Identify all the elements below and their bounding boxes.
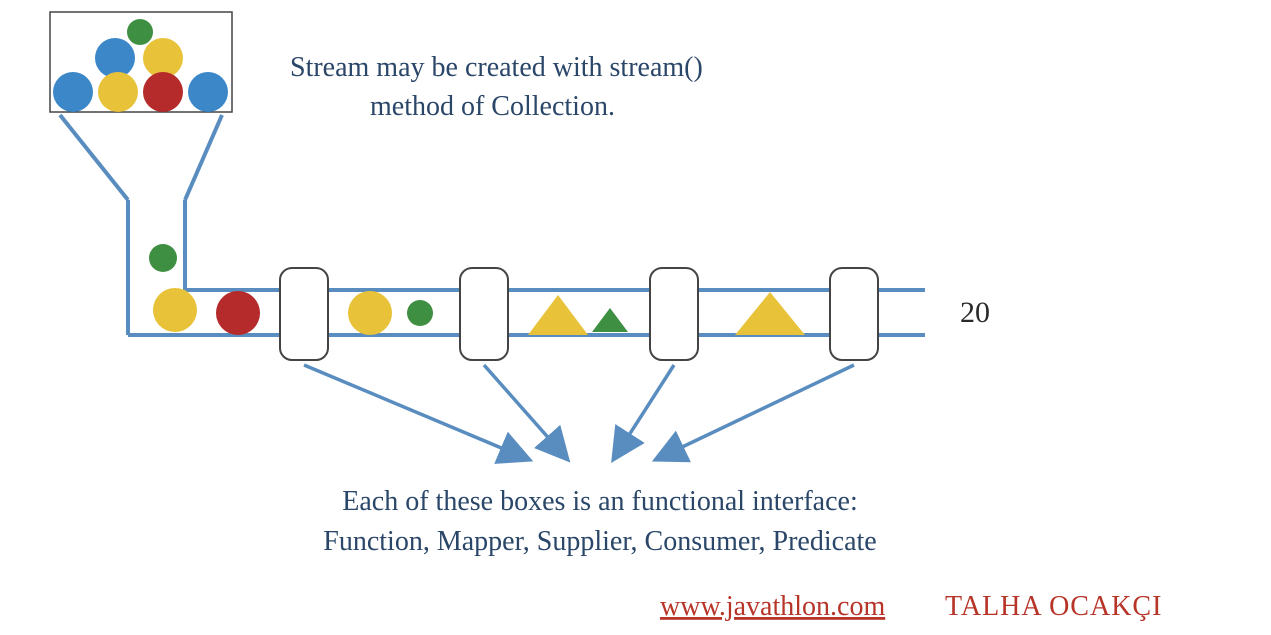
circle-yellow — [348, 291, 392, 335]
circle-yellow — [153, 288, 197, 332]
stage-box-4 — [830, 268, 878, 360]
triangle-yellow — [735, 292, 805, 335]
result-value: 20 — [960, 296, 990, 329]
circle-blue — [53, 72, 93, 112]
footer-link-text: www.javathlon.com — [660, 591, 885, 622]
collection-box — [50, 12, 232, 112]
arrow-3 — [613, 365, 674, 460]
arrow-4 — [655, 365, 854, 460]
triangle-green — [592, 308, 628, 332]
funnel-lines — [60, 115, 222, 335]
circle-green-top — [127, 19, 153, 45]
arrows — [304, 365, 854, 460]
circle-yellow — [98, 72, 138, 112]
stage-box-2 — [460, 268, 508, 360]
circle-green — [407, 300, 433, 326]
stage-box-1 — [280, 268, 328, 360]
circle-red — [216, 291, 260, 335]
triangle-yellow — [528, 295, 588, 335]
circle-green — [149, 244, 177, 272]
caption-line2: Function, Mapper, Supplier, Consumer, Pr… — [323, 526, 876, 557]
circle-blue — [188, 72, 228, 112]
footer-link[interactable]: www.javathlon.com — [660, 591, 885, 622]
headline-line2: method of Collection. — [370, 91, 615, 122]
caption-line1: Each of these boxes is an functional int… — [342, 486, 857, 517]
headline-line1: Stream may be created with stream() — [290, 52, 703, 83]
circle-blue — [95, 38, 135, 78]
circle-red — [143, 72, 183, 112]
stage-box-3 — [650, 268, 698, 360]
footer-author: TALHA OCAKÇI — [945, 591, 1162, 622]
stream-diagram: 20 Stream may be created with stream() m… — [0, 0, 1271, 635]
